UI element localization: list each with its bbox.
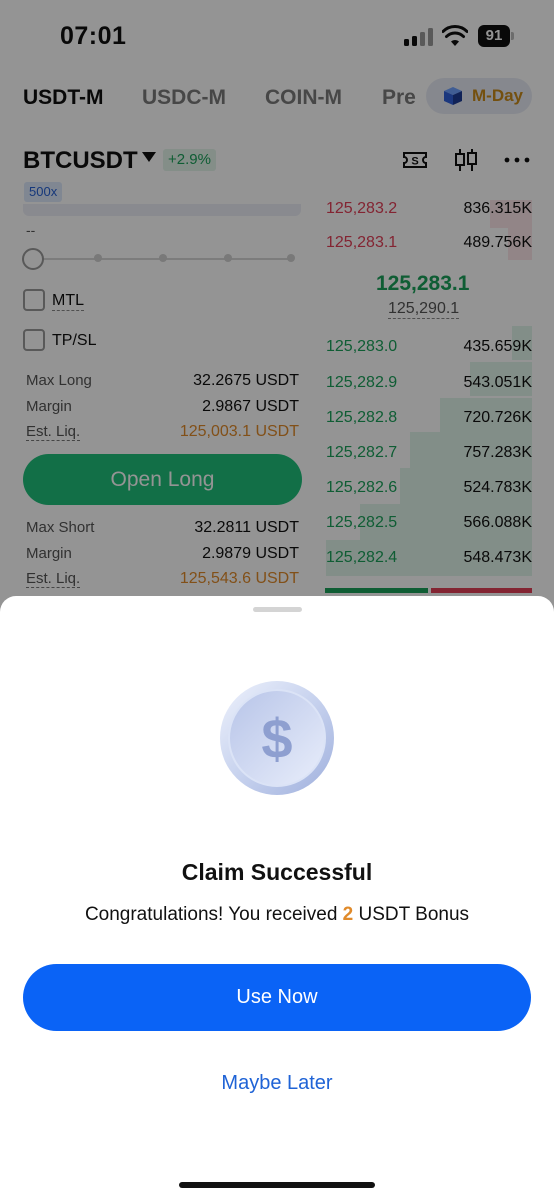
sheet-grabber[interactable] — [253, 607, 302, 612]
use-now-button[interactable]: Use Now — [23, 964, 531, 1031]
svg-text:$: $ — [261, 707, 292, 770]
claim-success-sheet: $ Claim Successful Congratulations! You … — [0, 596, 554, 1200]
claim-title: Claim Successful — [181, 859, 373, 885]
claim-message-prefix: Congratulations! You received — [84, 904, 343, 925]
bonus-amount: 2 — [342, 904, 354, 925]
home-indicator[interactable] — [179, 1182, 375, 1188]
dollar-coin-icon: $ — [220, 681, 334, 795]
maybe-later-link[interactable]: Maybe Later — [0, 1072, 554, 1095]
claim-message: Congratulations! You received 2 USDT Bon… — [0, 904, 554, 926]
claim-message-suffix: USDT Bonus — [353, 904, 470, 925]
